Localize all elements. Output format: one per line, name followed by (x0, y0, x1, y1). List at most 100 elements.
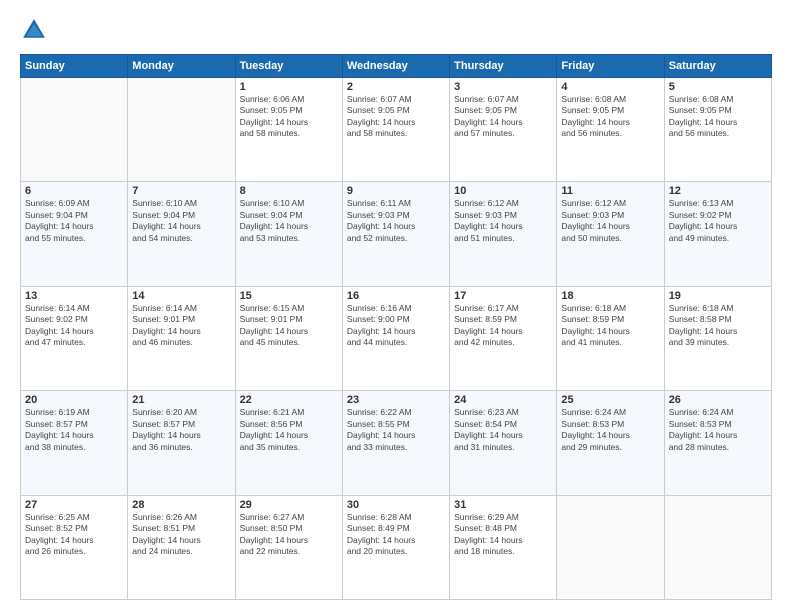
calendar-cell (128, 78, 235, 182)
header (20, 16, 772, 44)
day-info: Sunrise: 6:27 AMSunset: 8:50 PMDaylight:… (240, 512, 338, 558)
calendar-header-thursday: Thursday (450, 55, 557, 78)
day-info: Sunrise: 6:09 AMSunset: 9:04 PMDaylight:… (25, 198, 123, 244)
day-number: 24 (454, 394, 552, 406)
day-number: 27 (25, 499, 123, 511)
day-number: 10 (454, 185, 552, 197)
calendar-cell: 25Sunrise: 6:24 AMSunset: 8:53 PMDayligh… (557, 391, 664, 495)
calendar-cell: 4Sunrise: 6:08 AMSunset: 9:05 PMDaylight… (557, 78, 664, 182)
calendar-header-sunday: Sunday (21, 55, 128, 78)
calendar-cell (21, 78, 128, 182)
calendar-cell: 12Sunrise: 6:13 AMSunset: 9:02 PMDayligh… (664, 182, 771, 286)
calendar-cell: 2Sunrise: 6:07 AMSunset: 9:05 PMDaylight… (342, 78, 449, 182)
day-number: 4 (561, 81, 659, 93)
calendar-week-row: 1Sunrise: 6:06 AMSunset: 9:05 PMDaylight… (21, 78, 772, 182)
day-info: Sunrise: 6:28 AMSunset: 8:49 PMDaylight:… (347, 512, 445, 558)
day-number: 14 (132, 290, 230, 302)
day-number: 13 (25, 290, 123, 302)
calendar-cell: 15Sunrise: 6:15 AMSunset: 9:01 PMDayligh… (235, 286, 342, 390)
calendar-cell: 1Sunrise: 6:06 AMSunset: 9:05 PMDaylight… (235, 78, 342, 182)
day-info: Sunrise: 6:15 AMSunset: 9:01 PMDaylight:… (240, 303, 338, 349)
day-number: 25 (561, 394, 659, 406)
calendar-cell: 9Sunrise: 6:11 AMSunset: 9:03 PMDaylight… (342, 182, 449, 286)
day-info: Sunrise: 6:11 AMSunset: 9:03 PMDaylight:… (347, 198, 445, 244)
day-info: Sunrise: 6:18 AMSunset: 8:59 PMDaylight:… (561, 303, 659, 349)
day-number: 28 (132, 499, 230, 511)
day-info: Sunrise: 6:14 AMSunset: 9:02 PMDaylight:… (25, 303, 123, 349)
logo-icon (20, 16, 48, 44)
calendar-cell: 20Sunrise: 6:19 AMSunset: 8:57 PMDayligh… (21, 391, 128, 495)
calendar-header-row: SundayMondayTuesdayWednesdayThursdayFrid… (21, 55, 772, 78)
day-number: 18 (561, 290, 659, 302)
calendar-cell: 14Sunrise: 6:14 AMSunset: 9:01 PMDayligh… (128, 286, 235, 390)
day-number: 5 (669, 81, 767, 93)
calendar-cell: 18Sunrise: 6:18 AMSunset: 8:59 PMDayligh… (557, 286, 664, 390)
page: SundayMondayTuesdayWednesdayThursdayFrid… (0, 0, 792, 612)
calendar-header-tuesday: Tuesday (235, 55, 342, 78)
day-number: 23 (347, 394, 445, 406)
day-info: Sunrise: 6:13 AMSunset: 9:02 PMDaylight:… (669, 198, 767, 244)
day-number: 31 (454, 499, 552, 511)
calendar-cell: 16Sunrise: 6:16 AMSunset: 9:00 PMDayligh… (342, 286, 449, 390)
calendar-cell: 21Sunrise: 6:20 AMSunset: 8:57 PMDayligh… (128, 391, 235, 495)
calendar-cell: 10Sunrise: 6:12 AMSunset: 9:03 PMDayligh… (450, 182, 557, 286)
day-info: Sunrise: 6:25 AMSunset: 8:52 PMDaylight:… (25, 512, 123, 558)
day-number: 6 (25, 185, 123, 197)
day-number: 3 (454, 81, 552, 93)
day-info: Sunrise: 6:29 AMSunset: 8:48 PMDaylight:… (454, 512, 552, 558)
day-info: Sunrise: 6:10 AMSunset: 9:04 PMDaylight:… (240, 198, 338, 244)
day-info: Sunrise: 6:08 AMSunset: 9:05 PMDaylight:… (561, 94, 659, 140)
day-info: Sunrise: 6:24 AMSunset: 8:53 PMDaylight:… (669, 407, 767, 453)
day-info: Sunrise: 6:07 AMSunset: 9:05 PMDaylight:… (347, 94, 445, 140)
day-number: 20 (25, 394, 123, 406)
day-info: Sunrise: 6:16 AMSunset: 9:00 PMDaylight:… (347, 303, 445, 349)
calendar-cell: 3Sunrise: 6:07 AMSunset: 9:05 PMDaylight… (450, 78, 557, 182)
calendar-cell: 31Sunrise: 6:29 AMSunset: 8:48 PMDayligh… (450, 495, 557, 599)
day-number: 11 (561, 185, 659, 197)
day-info: Sunrise: 6:24 AMSunset: 8:53 PMDaylight:… (561, 407, 659, 453)
day-info: Sunrise: 6:20 AMSunset: 8:57 PMDaylight:… (132, 407, 230, 453)
calendar-cell (664, 495, 771, 599)
day-number: 2 (347, 81, 445, 93)
calendar-cell: 6Sunrise: 6:09 AMSunset: 9:04 PMDaylight… (21, 182, 128, 286)
calendar-cell: 23Sunrise: 6:22 AMSunset: 8:55 PMDayligh… (342, 391, 449, 495)
day-number: 22 (240, 394, 338, 406)
day-number: 9 (347, 185, 445, 197)
calendar-cell: 27Sunrise: 6:25 AMSunset: 8:52 PMDayligh… (21, 495, 128, 599)
calendar-cell (557, 495, 664, 599)
calendar-header-saturday: Saturday (664, 55, 771, 78)
calendar-cell: 30Sunrise: 6:28 AMSunset: 8:49 PMDayligh… (342, 495, 449, 599)
calendar-cell: 24Sunrise: 6:23 AMSunset: 8:54 PMDayligh… (450, 391, 557, 495)
day-number: 29 (240, 499, 338, 511)
day-number: 12 (669, 185, 767, 197)
day-number: 30 (347, 499, 445, 511)
calendar-cell: 29Sunrise: 6:27 AMSunset: 8:50 PMDayligh… (235, 495, 342, 599)
calendar-table: SundayMondayTuesdayWednesdayThursdayFrid… (20, 54, 772, 600)
calendar-cell: 19Sunrise: 6:18 AMSunset: 8:58 PMDayligh… (664, 286, 771, 390)
calendar-week-row: 27Sunrise: 6:25 AMSunset: 8:52 PMDayligh… (21, 495, 772, 599)
calendar-cell: 28Sunrise: 6:26 AMSunset: 8:51 PMDayligh… (128, 495, 235, 599)
day-number: 15 (240, 290, 338, 302)
day-info: Sunrise: 6:10 AMSunset: 9:04 PMDaylight:… (132, 198, 230, 244)
day-number: 7 (132, 185, 230, 197)
day-info: Sunrise: 6:12 AMSunset: 9:03 PMDaylight:… (454, 198, 552, 244)
calendar-cell: 11Sunrise: 6:12 AMSunset: 9:03 PMDayligh… (557, 182, 664, 286)
calendar-header-wednesday: Wednesday (342, 55, 449, 78)
logo (20, 16, 52, 44)
day-info: Sunrise: 6:17 AMSunset: 8:59 PMDaylight:… (454, 303, 552, 349)
day-info: Sunrise: 6:06 AMSunset: 9:05 PMDaylight:… (240, 94, 338, 140)
day-info: Sunrise: 6:08 AMSunset: 9:05 PMDaylight:… (669, 94, 767, 140)
calendar-cell: 17Sunrise: 6:17 AMSunset: 8:59 PMDayligh… (450, 286, 557, 390)
day-info: Sunrise: 6:14 AMSunset: 9:01 PMDaylight:… (132, 303, 230, 349)
day-info: Sunrise: 6:22 AMSunset: 8:55 PMDaylight:… (347, 407, 445, 453)
calendar-header-friday: Friday (557, 55, 664, 78)
day-number: 21 (132, 394, 230, 406)
day-info: Sunrise: 6:23 AMSunset: 8:54 PMDaylight:… (454, 407, 552, 453)
day-number: 16 (347, 290, 445, 302)
calendar-cell: 5Sunrise: 6:08 AMSunset: 9:05 PMDaylight… (664, 78, 771, 182)
calendar-cell: 8Sunrise: 6:10 AMSunset: 9:04 PMDaylight… (235, 182, 342, 286)
calendar-week-row: 20Sunrise: 6:19 AMSunset: 8:57 PMDayligh… (21, 391, 772, 495)
day-number: 19 (669, 290, 767, 302)
calendar-cell: 7Sunrise: 6:10 AMSunset: 9:04 PMDaylight… (128, 182, 235, 286)
calendar-header-monday: Monday (128, 55, 235, 78)
